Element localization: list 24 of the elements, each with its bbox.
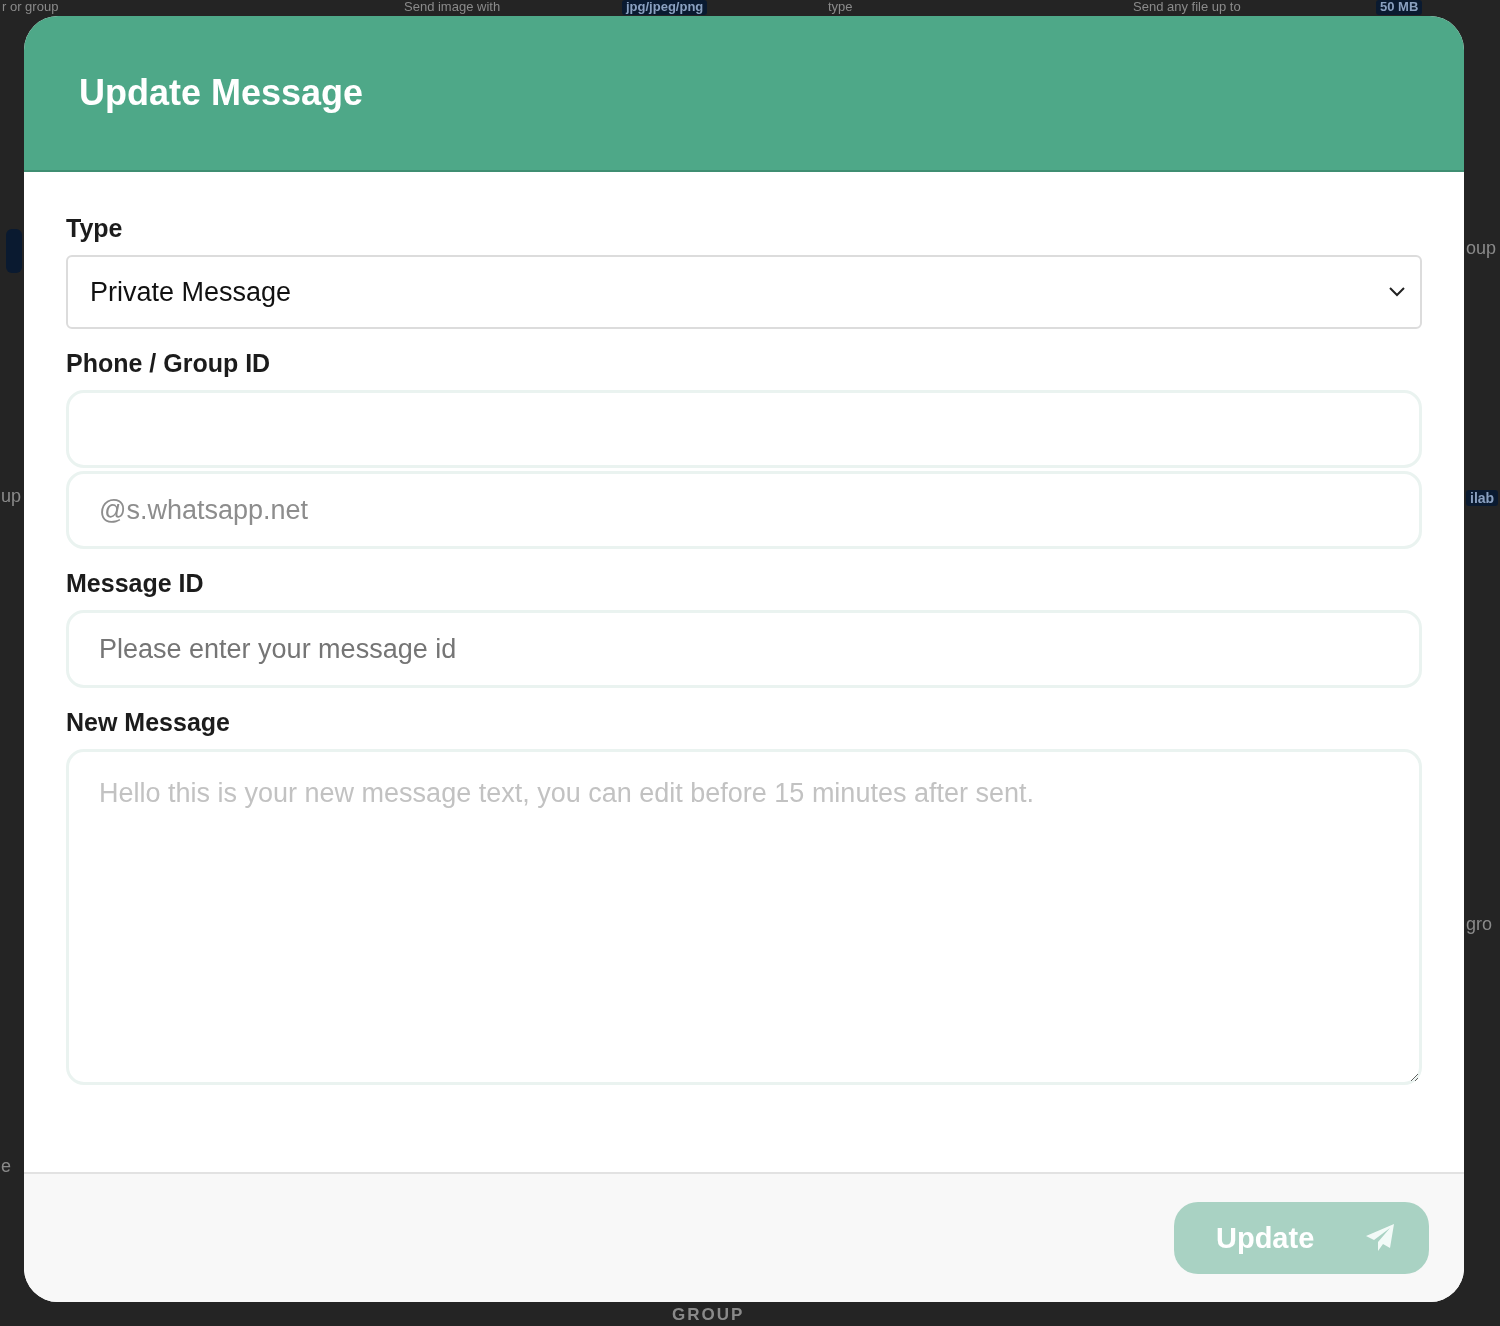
background-text: Send any file up to (1133, 0, 1241, 15)
background-text: jpg/jpeg/png (622, 0, 708, 15)
field-label: Message ID (66, 569, 205, 598)
field-label: Type (66, 214, 124, 243)
field-label: New Message (66, 708, 231, 737)
paper-plane-icon (1365, 1223, 1395, 1253)
domain-suffix: @s.whatsapp.net (66, 471, 1422, 549)
dialog-title: Update Message (79, 72, 364, 114)
background-text: Send image with (404, 0, 501, 15)
chevron-down-icon (1388, 286, 1406, 298)
background-text: 50 MB (1376, 0, 1423, 15)
background-text: r or group (2, 0, 59, 15)
background-text: oup (1466, 238, 1497, 259)
field-label: Phone / Group ID (66, 349, 272, 378)
type-select[interactable]: Private Message (66, 255, 1422, 329)
input-field[interactable]: Please enter your message id (66, 610, 1422, 688)
background-text: ilab (1466, 490, 1499, 507)
button-edge (6, 229, 22, 273)
background-text: type (828, 0, 853, 15)
background-text: GROUP (672, 1305, 745, 1325)
background-text: e (1, 1156, 11, 1177)
background-text: up (1, 486, 22, 507)
background-text: gro (1466, 914, 1492, 935)
message-textarea[interactable]: Hello this is your new message text, you can edit before 15 minutes after sent. (66, 749, 1422, 1085)
